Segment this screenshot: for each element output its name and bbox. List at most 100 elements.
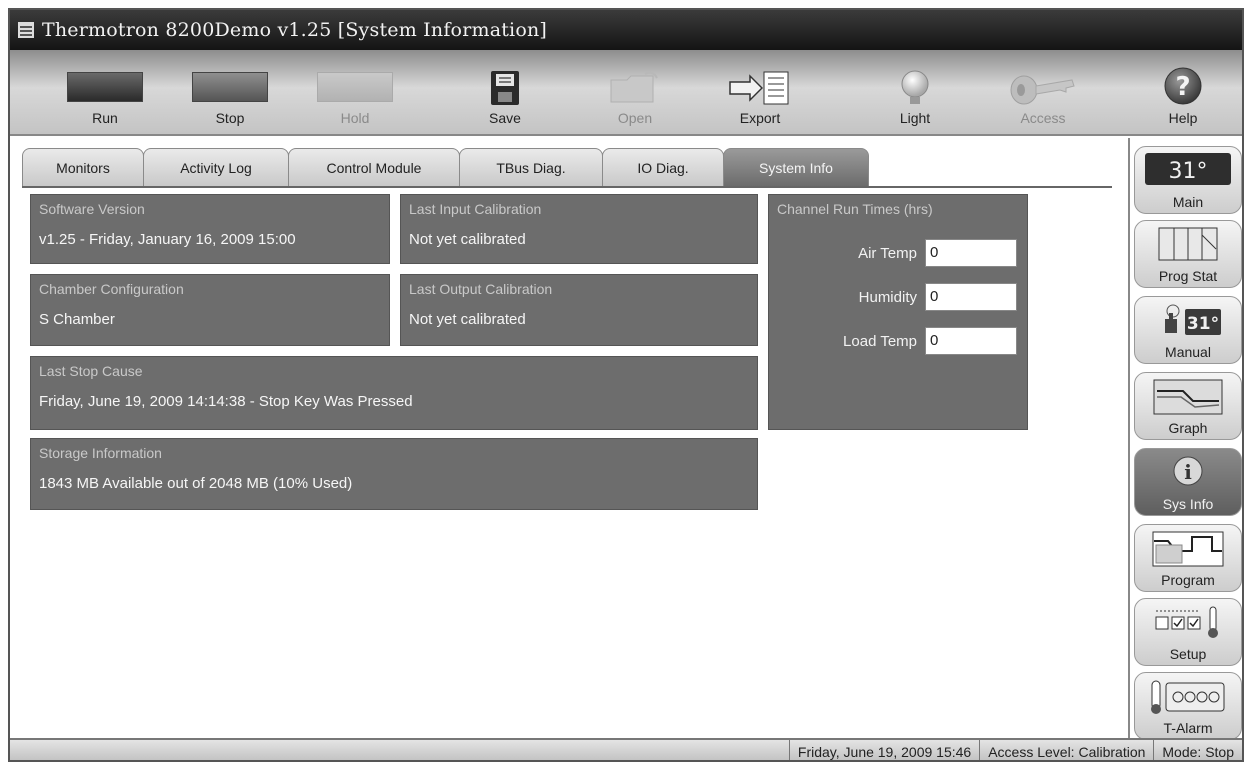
sidebar-label-program: Program	[1161, 572, 1215, 588]
tab-bar: Monitors Activity Log Control Module TBu…	[22, 148, 869, 186]
chamber-configuration-value: S Chamber	[39, 311, 115, 328]
last-stop-cause-panel: Last Stop Cause Friday, June 19, 2009 14…	[30, 356, 758, 430]
access-button[interactable]: Access	[988, 56, 1098, 132]
tab-underline	[22, 186, 1112, 188]
storage-information-title: Storage Information	[39, 445, 162, 461]
folder-icon	[610, 71, 658, 103]
tab-io-diag[interactable]: IO Diag.	[602, 148, 724, 186]
tab-activity-log[interactable]: Activity Log	[143, 148, 289, 186]
chamber-configuration-title: Chamber Configuration	[39, 281, 184, 297]
humidity-row: Humidity 0	[859, 283, 1017, 311]
air-temp-field[interactable]: 0	[925, 239, 1017, 267]
export-arrow-icon	[729, 71, 789, 105]
main-content: Monitors Activity Log Control Module TBu…	[10, 138, 1126, 738]
access-label: Access	[1020, 110, 1066, 126]
setup-checklist-icon	[1155, 606, 1218, 638]
channel-run-times-panel: Channel Run Times (hrs) Air Temp 0 Humid…	[768, 194, 1028, 430]
title-bar: Thermotron 8200Demo v1.25 [System Inform…	[10, 10, 1242, 50]
light-button[interactable]: Light	[860, 56, 970, 132]
humidity-field[interactable]: 0	[925, 283, 1017, 311]
app-window: Thermotron 8200Demo v1.25 [System Inform…	[8, 8, 1244, 762]
last-stop-cause-value: Friday, June 19, 2009 14:14:38 - Stop Ke…	[39, 393, 413, 410]
program-icon	[1152, 531, 1224, 567]
stop-label: Stop	[215, 110, 245, 126]
channel-run-times-title: Channel Run Times (hrs)	[777, 201, 933, 217]
run-button[interactable]: Run	[50, 56, 160, 132]
air-temp-row: Air Temp 0	[858, 239, 1017, 267]
sidebar-label-graph: Graph	[1168, 420, 1208, 436]
tab-system-info[interactable]: System Info	[723, 148, 869, 186]
sidebar-item-main[interactable]: 31° Main	[1134, 146, 1242, 214]
floppy-disk-icon	[491, 71, 519, 105]
main-temperature-text: 31°	[1169, 159, 1208, 184]
light-bulb-icon	[901, 70, 929, 104]
export-button[interactable]: Export	[705, 56, 815, 132]
light-label: Light	[899, 110, 931, 126]
sidebar: 31° Main Prog Stat 31° Manual Graph i Sy…	[1128, 138, 1242, 740]
run-icon	[67, 72, 143, 102]
air-temp-label: Air Temp	[858, 244, 917, 262]
tab-monitors[interactable]: Monitors	[22, 148, 144, 186]
info-icon: i	[1173, 456, 1203, 486]
last-output-calibration-panel: Last Output Calibration Not yet calibrat…	[400, 274, 758, 346]
sidebar-label-t-alarm: T-Alarm	[1163, 720, 1213, 736]
sidebar-item-sys-info[interactable]: i Sys Info	[1134, 448, 1242, 516]
run-label: Run	[92, 110, 118, 126]
save-button[interactable]: Save	[450, 56, 560, 132]
sidebar-label-manual: Manual	[1165, 344, 1211, 360]
sidebar-label-setup: Setup	[1169, 646, 1207, 662]
software-version-panel: Software Version v1.25 - Friday, January…	[30, 194, 390, 264]
load-temp-row: Load Temp 0	[843, 327, 1017, 355]
manual-hand-icon: 31°	[1165, 304, 1221, 335]
software-version-title: Software Version	[39, 201, 145, 217]
temperature-display-icon: 31°	[1145, 153, 1231, 185]
storage-information-panel: Storage Information 1843 MB Available ou…	[30, 438, 758, 510]
tab-control-module[interactable]: Control Module	[288, 148, 460, 186]
status-mode: Mode: Stop	[1153, 740, 1242, 760]
last-input-calibration-title: Last Input Calibration	[409, 201, 542, 217]
key-icon	[1010, 75, 1075, 105]
last-input-calibration-value: Not yet calibrated	[409, 231, 526, 248]
svg-text:i: i	[1184, 460, 1192, 484]
last-input-calibration-panel: Last Input Calibration Not yet calibrate…	[400, 194, 758, 264]
software-version-value: v1.25 - Friday, January 16, 2009 15:00	[39, 231, 296, 248]
sidebar-label-prog-stat: Prog Stat	[1158, 268, 1218, 284]
stop-button[interactable]: Stop	[175, 56, 285, 132]
sidebar-item-t-alarm[interactable]: T-Alarm	[1134, 672, 1242, 740]
storage-information-value: 1843 MB Available out of 2048 MB (10% Us…	[39, 475, 353, 492]
status-access-level: Access Level: Calibration	[979, 740, 1153, 760]
sidebar-item-program[interactable]: Program	[1134, 524, 1242, 592]
sidebar-label-main: Main	[1172, 194, 1204, 210]
stop-icon	[192, 72, 268, 102]
tab-tbus-diag[interactable]: TBus Diag.	[459, 148, 603, 186]
sidebar-item-setup[interactable]: Setup	[1134, 598, 1242, 666]
sidebar-label-sys-info: Sys Info	[1162, 496, 1214, 512]
sidebar-item-graph[interactable]: Graph	[1134, 372, 1242, 440]
chamber-configuration-panel: Chamber Configuration S Chamber	[30, 274, 390, 346]
svg-text:?: ?	[1175, 72, 1190, 102]
open-button[interactable]: Open	[580, 56, 690, 132]
open-label: Open	[617, 110, 653, 126]
save-label: Save	[489, 110, 521, 126]
program-status-icon	[1158, 227, 1218, 261]
hold-icon	[317, 72, 393, 102]
status-spacer	[10, 740, 789, 760]
help-button[interactable]: ? Help	[1128, 56, 1238, 132]
help-question-icon: ?	[1164, 67, 1202, 105]
help-label: Help	[1168, 110, 1198, 126]
sidebar-item-manual[interactable]: 31° Manual	[1134, 296, 1242, 364]
toolbar: Run Stop Hold Save Open Export Light Acc…	[10, 50, 1242, 136]
status-bar: Friday, June 19, 2009 15:46 Access Level…	[10, 738, 1242, 760]
last-output-calibration-title: Last Output Calibration	[409, 281, 553, 297]
status-datetime: Friday, June 19, 2009 15:46	[788, 740, 979, 760]
graph-icon	[1153, 379, 1223, 415]
load-temp-field[interactable]: 0	[925, 327, 1017, 355]
last-output-calibration-value: Not yet calibrated	[409, 311, 526, 328]
sidebar-item-prog-stat[interactable]: Prog Stat	[1134, 220, 1242, 288]
last-stop-cause-title: Last Stop Cause	[39, 363, 143, 379]
hold-label: Hold	[340, 110, 370, 126]
humidity-label: Humidity	[858, 288, 917, 306]
window-title: Thermotron 8200Demo v1.25 [System Inform…	[42, 19, 548, 41]
export-label: Export	[739, 110, 781, 126]
hold-button[interactable]: Hold	[300, 56, 410, 132]
